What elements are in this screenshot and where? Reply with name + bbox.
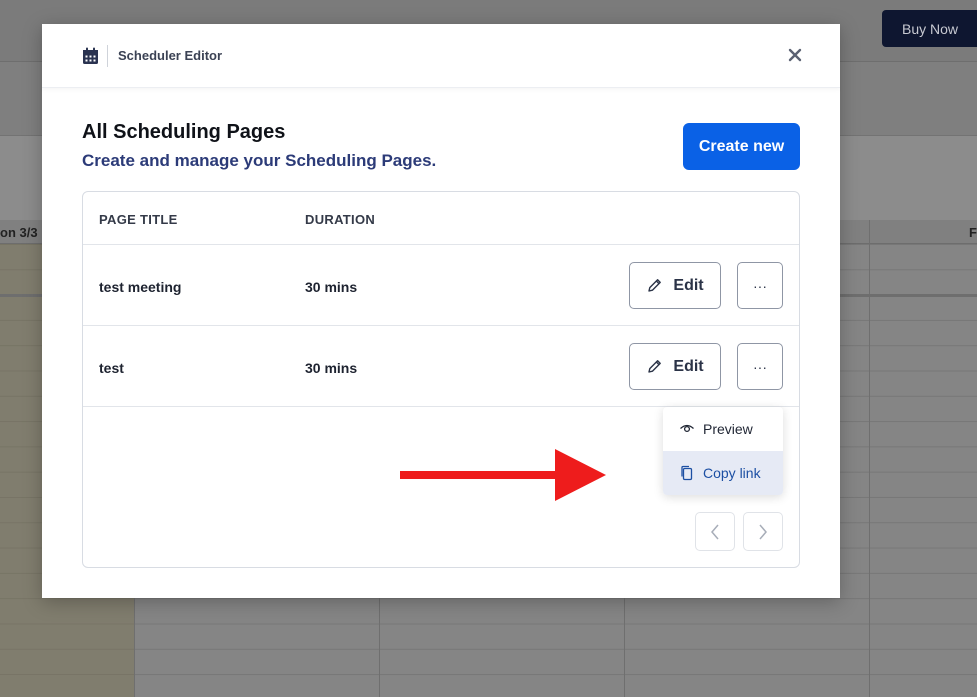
modal-title: Scheduler Editor [118,48,223,63]
page-subheading: Create and manage your Scheduling Pages. [82,151,437,170]
edit-button-label: Edit [673,276,704,294]
day-header-right-label: F [969,225,977,240]
pagination-next-button[interactable] [743,512,783,551]
edit-button[interactable]: Edit [629,262,721,309]
modal-header: Scheduler Editor [42,24,840,88]
calendar-icon [83,47,98,64]
pencil-icon [648,360,662,373]
page-title-cell: test [99,360,124,376]
more-options-button[interactable]: ··· [737,343,783,390]
duration-cell: 30 mins [305,279,358,295]
eye-icon [680,424,694,433]
copy-icon [681,465,693,481]
pagination-prev-button[interactable] [695,512,735,551]
edit-button[interactable]: Edit [629,343,721,390]
page-title-cell: test meeting [99,279,182,295]
column-header-page-title: PAGE TITLE [99,212,178,227]
menu-item-label: Copy link [703,465,761,481]
calendar-day-header-mid [840,220,870,244]
page-heading: All Scheduling Pages [82,121,286,143]
annotation-arrow-icon [400,449,606,501]
header-divider [107,44,108,67]
scheduling-pages-table: PAGE TITLE DURATION test meeting 30 mins… [82,191,800,568]
grid-divider [869,220,870,697]
calendar-day-header-right: F [870,220,977,244]
chevron-right-icon [759,524,767,539]
edit-button-label: Edit [673,357,704,375]
table-header: PAGE TITLE DURATION [83,192,799,245]
day-header-left-label: on 3/3 [0,225,38,240]
table-row: test 30 mins Edit ··· [83,326,799,407]
menu-item-copy-link[interactable]: Copy link [663,451,783,495]
pencil-icon [648,279,662,292]
close-icon[interactable] [788,48,802,62]
table-row: test meeting 30 mins Edit ··· [83,245,799,326]
row-options-menu: Preview Copy link [663,407,783,495]
buy-now-button[interactable]: Buy Now [882,10,977,47]
menu-item-label: Preview [703,421,753,437]
column-header-duration: DURATION [305,212,376,227]
create-new-button[interactable]: Create new [683,123,800,170]
more-options-button[interactable]: ··· [737,262,783,309]
menu-item-preview[interactable]: Preview [663,407,783,451]
duration-cell: 30 mins [305,360,358,376]
chevron-left-icon [711,524,719,539]
scheduler-editor-modal: Scheduler Editor All Scheduling Pages Cr… [42,24,840,598]
